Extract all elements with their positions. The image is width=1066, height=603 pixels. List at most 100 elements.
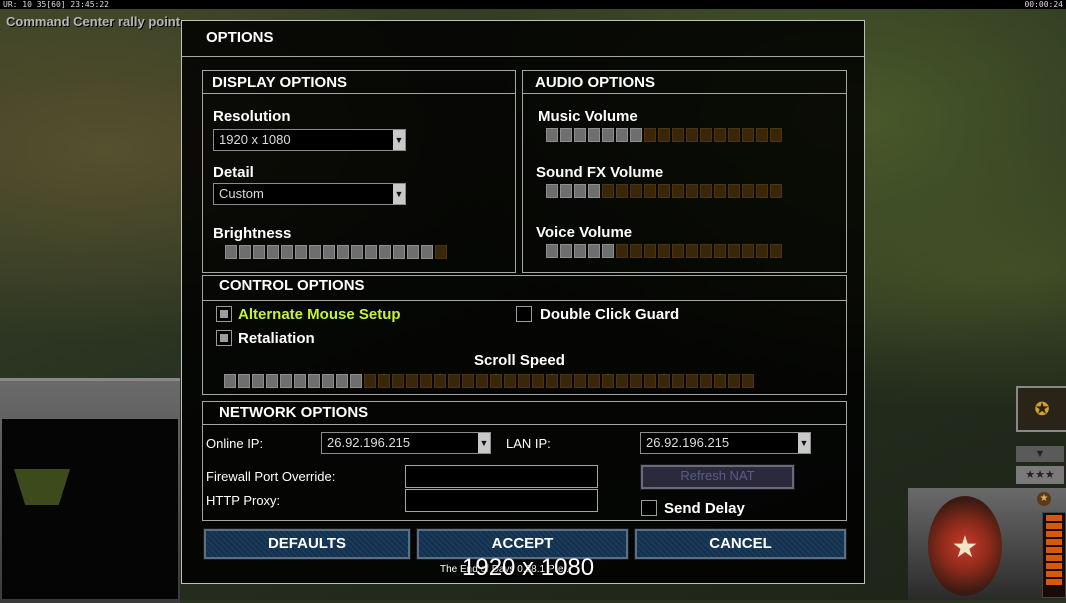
- slider-segment[interactable]: [560, 184, 572, 198]
- slider-segment[interactable]: [644, 128, 656, 142]
- slider-segment[interactable]: [672, 374, 684, 388]
- slider-segment[interactable]: [546, 374, 558, 388]
- slider-segment[interactable]: [630, 128, 642, 142]
- dropdown-arrow-icon[interactable]: ▼: [798, 433, 810, 453]
- slider-segment[interactable]: [630, 244, 642, 258]
- slider-segment[interactable]: [686, 184, 698, 198]
- dropdown-arrow-icon[interactable]: ▼: [393, 184, 405, 204]
- slider-segment[interactable]: [309, 245, 321, 259]
- slider-segment[interactable]: [602, 128, 614, 142]
- double-click-checkbox[interactable]: [516, 306, 532, 322]
- slider-segment[interactable]: [616, 184, 628, 198]
- slider-segment[interactable]: [658, 128, 670, 142]
- slider-segment[interactable]: [602, 374, 614, 388]
- slider-segment[interactable]: [364, 374, 376, 388]
- slider-segment[interactable]: [714, 128, 726, 142]
- defaults-button[interactable]: DEFAULTS: [203, 528, 411, 560]
- slider-segment[interactable]: [756, 128, 768, 142]
- slider-segment[interactable]: [379, 245, 391, 259]
- slider-segment[interactable]: [406, 374, 418, 388]
- slider-segment[interactable]: [266, 374, 278, 388]
- slider-segment[interactable]: [252, 374, 264, 388]
- slider-segment[interactable]: [365, 245, 377, 259]
- slider-segment[interactable]: [267, 245, 279, 259]
- slider-segment[interactable]: [574, 184, 586, 198]
- slider-segment[interactable]: [490, 374, 502, 388]
- retaliation-label[interactable]: Retaliation: [238, 330, 315, 347]
- double-click-label[interactable]: Double Click Guard: [540, 306, 679, 323]
- cancel-button[interactable]: CANCEL: [634, 528, 847, 560]
- slider-segment[interactable]: [435, 245, 447, 259]
- detail-dropdown[interactable]: Custom ▼: [213, 183, 406, 205]
- chevron-down-icon[interactable]: ▼: [1016, 446, 1064, 462]
- slider-segment[interactable]: [560, 244, 572, 258]
- slider-segment[interactable]: [714, 374, 726, 388]
- slider-segment[interactable]: [602, 244, 614, 258]
- alt-mouse-checkbox[interactable]: [216, 306, 232, 322]
- slider-segment[interactable]: [588, 128, 600, 142]
- sfx-volume-slider[interactable]: [546, 184, 782, 198]
- retaliation-checkbox[interactable]: [216, 330, 232, 346]
- slider-segment[interactable]: [407, 245, 419, 259]
- slider-segment[interactable]: [770, 184, 782, 198]
- slider-segment[interactable]: [742, 244, 754, 258]
- slider-segment[interactable]: [630, 184, 642, 198]
- slider-segment[interactable]: [742, 374, 754, 388]
- slider-segment[interactable]: [476, 374, 488, 388]
- slider-segment[interactable]: [336, 374, 348, 388]
- slider-segment[interactable]: [700, 244, 712, 258]
- slider-segment[interactable]: [672, 184, 684, 198]
- slider-segment[interactable]: [616, 244, 628, 258]
- dropdown-arrow-icon[interactable]: ▼: [393, 130, 405, 150]
- slider-segment[interactable]: [728, 244, 740, 258]
- http-proxy-input[interactable]: [405, 489, 598, 512]
- slider-segment[interactable]: [630, 374, 642, 388]
- slider-segment[interactable]: [700, 128, 712, 142]
- slider-segment[interactable]: [672, 128, 684, 142]
- slider-segment[interactable]: [238, 374, 250, 388]
- slider-segment[interactable]: [337, 245, 349, 259]
- slider-segment[interactable]: [295, 245, 307, 259]
- slider-segment[interactable]: [728, 128, 740, 142]
- slider-segment[interactable]: [322, 374, 334, 388]
- slider-segment[interactable]: [294, 374, 306, 388]
- slider-segment[interactable]: [546, 184, 558, 198]
- general-powers-icon[interactable]: ✪: [1016, 386, 1066, 432]
- slider-segment[interactable]: [742, 128, 754, 142]
- slider-segment[interactable]: [756, 244, 768, 258]
- slider-segment[interactable]: [728, 374, 740, 388]
- slider-segment[interactable]: [714, 184, 726, 198]
- slider-segment[interactable]: [770, 128, 782, 142]
- music-volume-slider[interactable]: [546, 128, 782, 142]
- slider-segment[interactable]: [686, 374, 698, 388]
- slider-segment[interactable]: [239, 245, 251, 259]
- slider-segment[interactable]: [672, 244, 684, 258]
- slider-segment[interactable]: [686, 244, 698, 258]
- slider-segment[interactable]: [280, 374, 292, 388]
- brightness-slider[interactable]: [225, 245, 447, 259]
- slider-segment[interactable]: [700, 374, 712, 388]
- slider-segment[interactable]: [616, 128, 628, 142]
- slider-segment[interactable]: [728, 184, 740, 198]
- slider-segment[interactable]: [504, 374, 516, 388]
- dropdown-arrow-icon[interactable]: ▼: [478, 433, 490, 453]
- slider-segment[interactable]: [742, 184, 754, 198]
- slider-segment[interactable]: [393, 245, 405, 259]
- slider-segment[interactable]: [448, 374, 460, 388]
- slider-segment[interactable]: [546, 244, 558, 258]
- slider-segment[interactable]: [658, 244, 670, 258]
- slider-segment[interactable]: [756, 184, 768, 198]
- slider-segment[interactable]: [770, 244, 782, 258]
- online-ip-dropdown[interactable]: 26.92.196.215 ▼: [321, 432, 491, 454]
- lan-ip-dropdown[interactable]: 26.92.196.215 ▼: [640, 432, 811, 454]
- slider-segment[interactable]: [253, 245, 265, 259]
- slider-segment[interactable]: [392, 374, 404, 388]
- send-delay-label[interactable]: Send Delay: [664, 500, 745, 517]
- slider-segment[interactable]: [644, 374, 656, 388]
- firewall-port-input[interactable]: [405, 465, 598, 488]
- slider-segment[interactable]: [616, 374, 628, 388]
- slider-segment[interactable]: [658, 374, 670, 388]
- slider-segment[interactable]: [323, 245, 335, 259]
- slider-segment[interactable]: [546, 128, 558, 142]
- slider-segment[interactable]: [644, 184, 656, 198]
